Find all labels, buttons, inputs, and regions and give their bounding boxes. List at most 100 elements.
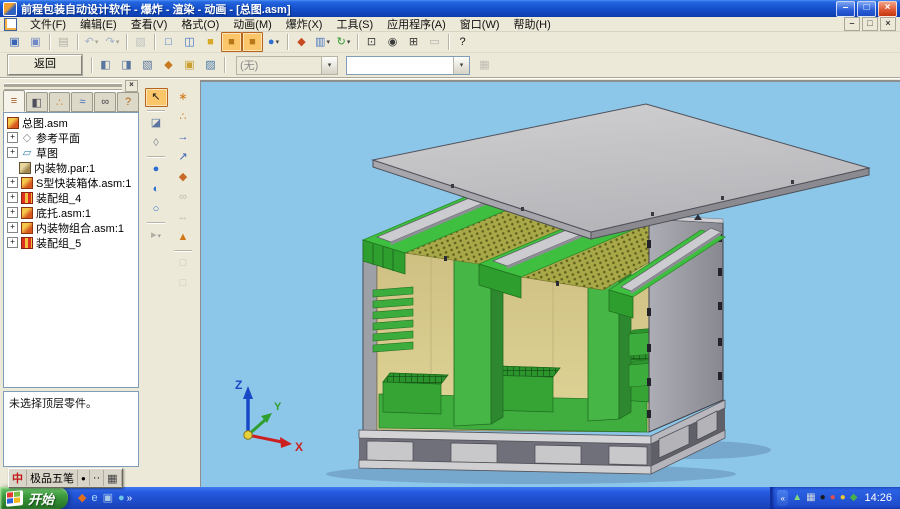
hidden-edge-view-button[interactable]: ◫ (179, 32, 200, 52)
shaded-view-button[interactable]: ■ (200, 32, 221, 52)
expand-toggle[interactable]: + (7, 207, 18, 218)
menu-help[interactable]: 帮助(H) (507, 16, 558, 32)
quicklaunch-media-player[interactable]: ◆ (78, 493, 86, 504)
print-button[interactable]: ▤ (53, 32, 74, 52)
wireframe-view-button[interactable]: □ (158, 32, 179, 52)
expand-toggle[interactable]: + (7, 222, 18, 233)
start-button[interactable]: 开始 (0, 487, 68, 509)
render-session-button[interactable]: ■ (242, 32, 263, 52)
shaded-sphere-button[interactable]: ● (145, 160, 168, 179)
tray-user-icon[interactable]: ▲ (792, 493, 802, 503)
tab-sensors[interactable]: ∞ (94, 92, 116, 112)
menu-tools[interactable]: 工具(S) (329, 16, 380, 32)
close-button[interactable]: × (878, 1, 897, 17)
tree-item-2[interactable]: +▱草图 (4, 145, 138, 160)
expand-toggle[interactable]: + (7, 177, 18, 188)
explode-settings-button[interactable]: ▣ (179, 55, 200, 75)
menu-file[interactable]: 文件(F) (23, 16, 73, 32)
option-box-2-button[interactable]: □ (172, 274, 195, 293)
apply-config-button[interactable]: ▦ (474, 55, 495, 75)
child-minimize-button[interactable]: – (844, 17, 860, 31)
fit-view-button[interactable]: ⊞ (403, 32, 424, 52)
flow-path-button[interactable]: ↗ (172, 148, 195, 167)
tray-collapse-button[interactable]: « (777, 490, 788, 506)
tab-help[interactable]: ? (117, 92, 139, 112)
menu-view[interactable]: 查看(V) (124, 16, 175, 32)
ime-toolbar[interactable]: 中 极品五笔 ● ·· ▦ (8, 468, 123, 488)
ime-punct-button[interactable]: ·· (90, 470, 104, 486)
select-options-button[interactable]: ◪ (145, 114, 168, 133)
menu-format[interactable]: 格式(O) (174, 16, 226, 32)
ime-mode-button[interactable]: ● (78, 470, 90, 486)
viewport-3d[interactable]: Z Y X (200, 80, 900, 487)
auto-explode-button[interactable]: ∗ (172, 88, 195, 107)
menu-applications[interactable]: 应用程序(A) (380, 16, 453, 32)
child-restore-button[interactable]: □ (862, 17, 878, 31)
expand-toggle[interactable]: + (7, 132, 18, 143)
menu-edit[interactable]: 编辑(E) (73, 16, 124, 32)
tray-antivirus-icon[interactable]: ◆ (850, 493, 858, 503)
menu-window[interactable]: 窗口(W) (453, 16, 507, 32)
tray-network-icon[interactable]: ▦ (806, 493, 815, 503)
explode-mode-combo[interactable]: (无) ▾ (236, 56, 338, 75)
refresh-view-button[interactable]: ↻▾ (333, 32, 354, 52)
view-orientation-button[interactable]: ●▾ (263, 32, 284, 52)
undo-button[interactable]: ↶▾ (81, 32, 102, 52)
expand-toggle[interactable]: + (7, 147, 18, 158)
quicklaunch-browser[interactable]: ● (118, 493, 125, 504)
menu-animation[interactable]: 动画(M) (226, 16, 279, 32)
chevron-down-icon[interactable]: ▾ (453, 57, 469, 74)
configuration-combo[interactable]: ▾ (346, 56, 470, 75)
ime-name[interactable]: 极品五笔 (27, 470, 78, 486)
tree-item-4[interactable]: +S型快装箱体.asm:1 (4, 175, 138, 190)
model-canvas[interactable]: Z Y X (201, 82, 900, 487)
chevron-down-icon[interactable]: ▾ (321, 57, 337, 74)
tree-item-1[interactable]: +◇参考平面 (4, 130, 138, 145)
tab-family[interactable]: ∴ (49, 92, 71, 112)
tab-pathfinder[interactable]: ≡ (3, 90, 25, 112)
select-tool-button[interactable]: ↖ (145, 88, 168, 107)
panel-grip-handle[interactable] (4, 83, 122, 90)
more-tools-button[interactable]: ▸▾ (145, 226, 168, 245)
zoom-area-button[interactable]: ⊡ (361, 32, 382, 52)
minimize-button[interactable]: – (836, 1, 855, 17)
tree-item-6[interactable]: +底托.asm:1 (4, 205, 138, 220)
return-button[interactable]: 返回 (8, 55, 82, 75)
child-close-button[interactable]: × (880, 17, 896, 31)
explode-auto-button[interactable]: ◧ (95, 55, 116, 75)
restore-button[interactable]: □ (857, 1, 876, 17)
ime-keyboard-icon[interactable]: ▦ (104, 470, 121, 486)
explode-drag-button[interactable]: ◆ (158, 55, 179, 75)
expand-toggle[interactable]: + (7, 237, 18, 248)
previous-view-button[interactable]: ▭ (424, 32, 445, 52)
tree-item-3[interactable]: 内装物.par:1 (4, 160, 138, 175)
tree-item-7[interactable]: +内装物组合.asm:1 (4, 220, 138, 235)
quick-launch-overflow-button[interactable]: » (127, 493, 133, 504)
move-part-button[interactable]: → (172, 128, 195, 147)
quicklaunch-internet-explorer[interactable]: e (91, 493, 97, 504)
explode-bind-button[interactable]: ▧ (137, 55, 158, 75)
panel-close-button[interactable]: × (125, 80, 138, 92)
expand-toggle[interactable]: + (7, 192, 18, 203)
shaded-edges-sphere-button[interactable]: ◐ (145, 180, 168, 199)
taskbar-clock[interactable]: 14:26 (864, 492, 892, 504)
help-select-button[interactable]: ? (452, 32, 473, 52)
tray-update-icon[interactable]: ● (840, 493, 846, 503)
explode-flow-button[interactable]: ▨ (200, 55, 221, 75)
view-wizard-button[interactable]: ▥▾ (312, 32, 333, 52)
deselect-all-button[interactable]: ◊ (145, 134, 168, 153)
import-doc-button[interactable]: ▧ (130, 32, 151, 52)
explode-group-button[interactable]: ∴ (172, 108, 195, 127)
zoom-button[interactable]: ◉ (382, 32, 403, 52)
wireframe-sphere-button[interactable]: ○ (145, 200, 168, 219)
tab-layers[interactable]: ≈ (71, 92, 93, 112)
tray-security-icon[interactable]: ● (830, 493, 836, 503)
redo-button[interactable]: ↷▾ (102, 32, 123, 52)
tree-item-0[interactable]: 总图.asm (4, 115, 138, 130)
save-as-button[interactable]: ▣ (25, 32, 46, 52)
save-button[interactable]: ▣ (4, 32, 25, 52)
tray-qq-icon[interactable]: ● (820, 493, 826, 503)
explode-unexplode-button[interactable]: ◨ (116, 55, 137, 75)
tab-library[interactable]: ◧ (26, 92, 48, 112)
unbind-group-button[interactable]: ↔ (172, 208, 195, 227)
